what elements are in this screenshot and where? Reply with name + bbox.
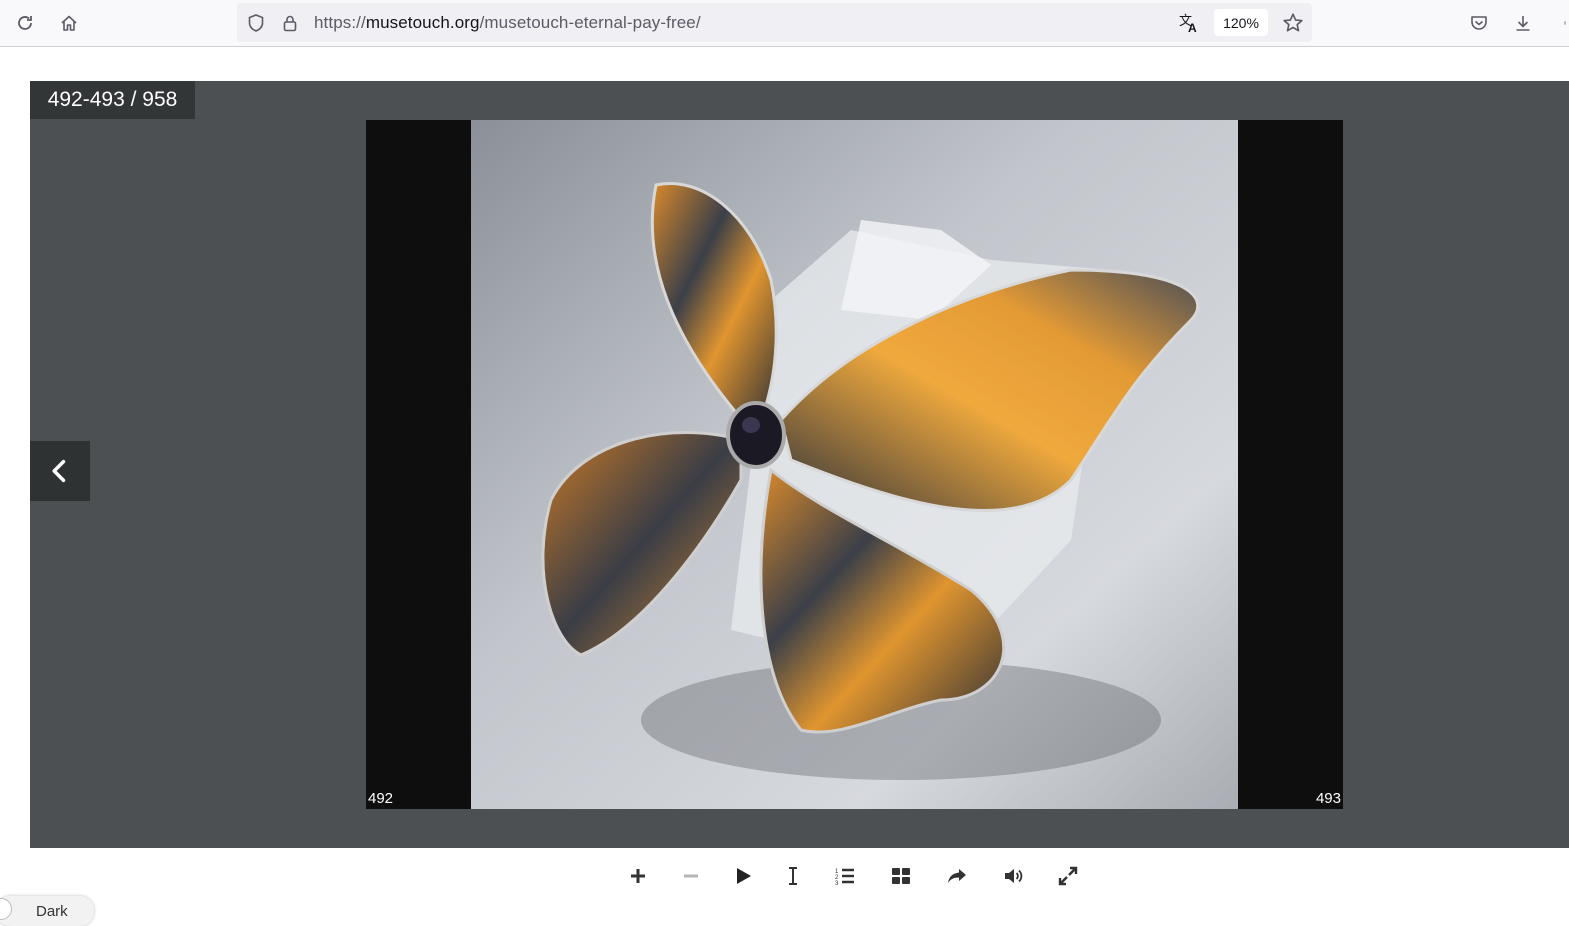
flipbook-viewer[interactable]: 492-493 / 958 492 493 — [30, 81, 1569, 848]
url-prefix: https:// — [314, 13, 366, 32]
chevron-left-icon — [52, 459, 66, 483]
sound-button[interactable] — [995, 858, 1031, 894]
play-button[interactable] — [725, 858, 761, 894]
butterfly-brooch-photo — [471, 120, 1238, 809]
share-button[interactable] — [939, 858, 975, 894]
table-of-contents-icon: 123 — [835, 868, 854, 887]
fullscreen-icon — [1058, 866, 1078, 886]
url-domain: musetouch.org — [365, 13, 480, 32]
sound-icon — [1005, 869, 1023, 883]
translate-icon[interactable]: 文A — [1175, 9, 1203, 37]
pocket-icon[interactable] — [1462, 6, 1496, 40]
play-icon — [737, 868, 751, 884]
left-page-number: 492 — [368, 790, 394, 807]
toggle-knob — [0, 898, 12, 920]
right-page-number: 493 — [1315, 790, 1341, 807]
url-bar[interactable]: https://musetouch.org/musetouch-eternal-… — [237, 3, 1312, 42]
page-spread[interactable]: 492 493 — [366, 120, 1343, 809]
butterfly-illustration — [471, 120, 1238, 809]
zoom-in-icon — [631, 869, 645, 883]
home-icon[interactable] — [52, 6, 86, 40]
library-icon[interactable] — [1550, 6, 1569, 40]
text-select-icon — [789, 867, 797, 885]
zoom-out-button[interactable] — [673, 858, 709, 894]
shield-icon[interactable] — [245, 12, 267, 34]
star-icon[interactable] — [1279, 9, 1307, 37]
svg-text:3: 3 — [835, 881, 839, 887]
table-of-contents-button[interactable]: 123 — [827, 858, 863, 894]
thumbnails-button[interactable] — [883, 858, 919, 894]
url-text[interactable]: https://musetouch.org/musetouch-eternal-… — [314, 13, 701, 33]
reload-icon[interactable] — [8, 6, 42, 40]
share-icon — [948, 869, 966, 883]
zoom-level-button[interactable]: 120% — [1214, 9, 1268, 36]
zoom-in-button[interactable] — [620, 858, 656, 894]
thumbnails-icon — [892, 868, 910, 884]
viewer-controls: 123 — [0, 858, 1569, 894]
lock-icon[interactable] — [279, 12, 301, 34]
text-select-button[interactable] — [775, 858, 811, 894]
dark-mode-toggle[interactable]: Dark — [0, 896, 94, 926]
url-path: /musetouch-eternal-pay-free/ — [479, 13, 701, 32]
svg-text:A: A — [1188, 21, 1197, 34]
browser-toolbar: https://musetouch.org/musetouch-eternal-… — [0, 0, 1569, 47]
download-icon[interactable] — [1506, 6, 1540, 40]
previous-page-button[interactable] — [30, 441, 90, 501]
page-counter: 492-493 / 958 — [30, 81, 195, 119]
zoom-out-icon — [684, 874, 698, 878]
fullscreen-button[interactable] — [1050, 858, 1086, 894]
